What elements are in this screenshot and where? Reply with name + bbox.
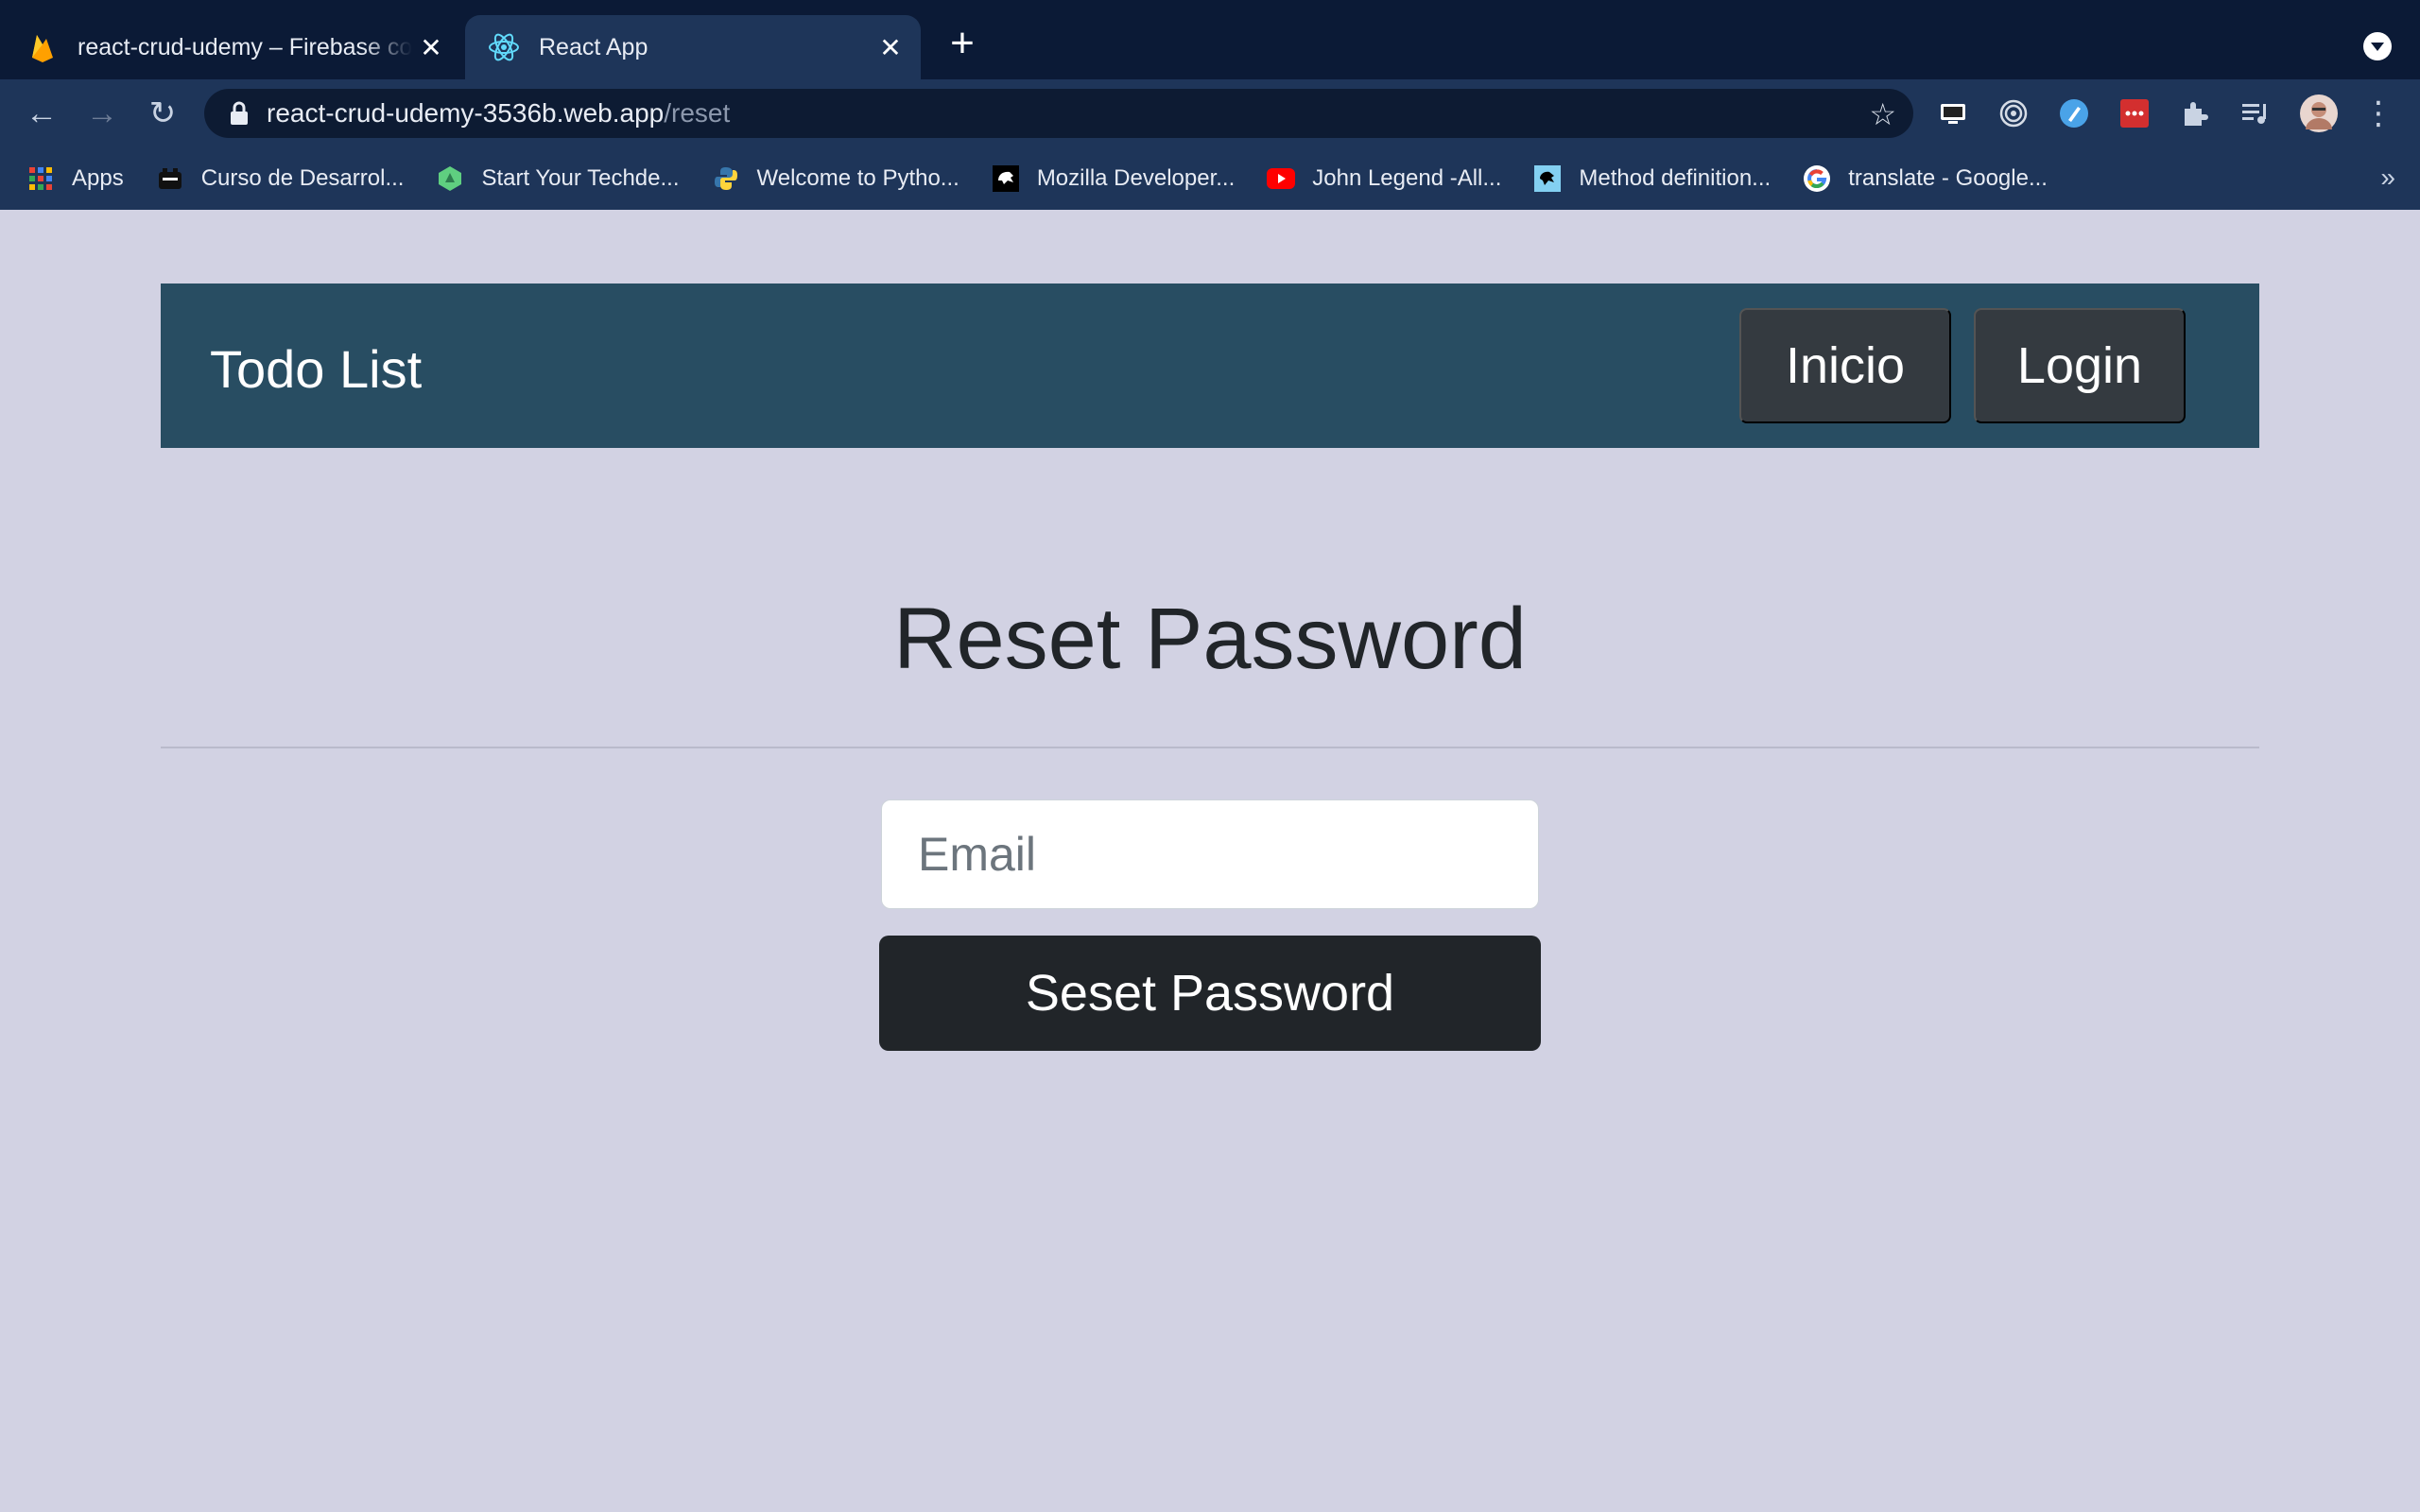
tab-react-app[interactable]: React App ✕ xyxy=(465,15,921,79)
python-icon xyxy=(712,164,740,193)
bookmark-label: Apps xyxy=(72,165,124,191)
bookmark-label: Method definition... xyxy=(1579,165,1772,191)
bookmark-mdn[interactable]: Mozilla Developer... xyxy=(992,164,1235,193)
nav-inicio-button[interactable]: Inicio xyxy=(1739,308,1951,423)
media-queue-icon[interactable] xyxy=(2238,96,2273,130)
bookmark-method-definition[interactable]: Method definition... xyxy=(1533,164,1771,193)
bookmarks-bar: Apps Curso de Desarrol... Start Your Tec… xyxy=(0,147,2420,210)
bookmark-label: John Legend -All... xyxy=(1312,165,1502,191)
tab-title: React App xyxy=(539,33,648,60)
screen-extension-icon[interactable] xyxy=(1936,96,1970,130)
mdn-icon xyxy=(992,164,1020,193)
close-icon[interactable]: ✕ xyxy=(872,32,909,63)
url-path: /reset xyxy=(664,98,731,128)
address-bar[interactable]: react-crud-udemy-3536b.web.app/reset ☆ xyxy=(204,89,1913,138)
bookmark-star-icon[interactable]: ☆ xyxy=(1869,96,1896,132)
puzzle-extensions-icon[interactable] xyxy=(2178,96,2212,130)
techdegree-icon xyxy=(436,164,464,193)
forward-icon[interactable]: → xyxy=(83,94,121,132)
bookmark-techdegree[interactable]: Start Your Techde... xyxy=(436,164,680,193)
browser-toolbar: ← → ↻ react-crud-udemy-3536b.web.app/res… xyxy=(0,79,2420,147)
bookmark-apps[interactable]: Apps xyxy=(26,164,124,193)
reset-password-button[interactable]: Seset Password xyxy=(879,936,1541,1051)
divider xyxy=(161,747,2259,748)
bookmarks-overflow-icon[interactable]: » xyxy=(2380,163,2395,193)
bookmark-translate[interactable]: translate - Google... xyxy=(1803,164,2048,193)
bookmark-label: translate - Google... xyxy=(1848,165,2048,191)
more-dots-extension-icon[interactable] xyxy=(2118,96,2152,130)
react-icon xyxy=(488,31,520,63)
bookmark-curso[interactable]: Curso de Desarrol... xyxy=(156,164,405,193)
url-host: react-crud-udemy-3536b.web.app xyxy=(267,98,665,128)
new-tab-icon[interactable]: + xyxy=(943,23,981,64)
google-icon xyxy=(1803,164,1831,193)
method-icon xyxy=(1533,164,1562,193)
tab-title: react-crud-udemy – Firebase console xyxy=(78,33,412,60)
course-icon xyxy=(156,164,184,193)
bookmark-label: Curso de Desarrol... xyxy=(200,165,405,191)
nav-login-button[interactable]: Login xyxy=(1974,308,2186,423)
pen-extension-icon[interactable] xyxy=(2057,96,2091,130)
bookmark-python[interactable]: Welcome to Pytho... xyxy=(712,164,959,193)
navbar-brand[interactable]: Todo List xyxy=(210,338,422,400)
browser-menu-icon[interactable]: ⋮ xyxy=(2360,94,2397,132)
app-navbar: Todo List Inicio Login xyxy=(161,284,2259,448)
back-icon[interactable]: ← xyxy=(23,94,60,132)
email-field[interactable] xyxy=(881,799,1539,909)
reload-icon[interactable]: ↻ xyxy=(144,94,182,132)
youtube-icon xyxy=(1267,164,1296,193)
firebase-icon xyxy=(26,31,59,63)
lock-icon xyxy=(231,101,248,125)
bookmark-label: Start Your Techde... xyxy=(481,165,680,191)
bookmark-label: Welcome to Pytho... xyxy=(756,165,959,191)
tab-search-icon[interactable] xyxy=(2363,32,2392,60)
bookmark-label: Mozilla Developer... xyxy=(1036,165,1236,191)
browser-tabstrip: react-crud-udemy – Firebase console ✕ Re… xyxy=(0,0,2420,79)
avatar[interactable] xyxy=(2299,94,2339,133)
apps-grid-icon xyxy=(26,164,55,193)
target-extension-icon[interactable] xyxy=(1996,96,2031,130)
bookmark-youtube[interactable]: John Legend -All... xyxy=(1267,164,1501,193)
close-icon[interactable]: ✕ xyxy=(412,32,450,63)
page-title: Reset Password xyxy=(893,591,1527,687)
tab-firebase-console[interactable]: react-crud-udemy – Firebase console ✕ xyxy=(26,15,461,79)
